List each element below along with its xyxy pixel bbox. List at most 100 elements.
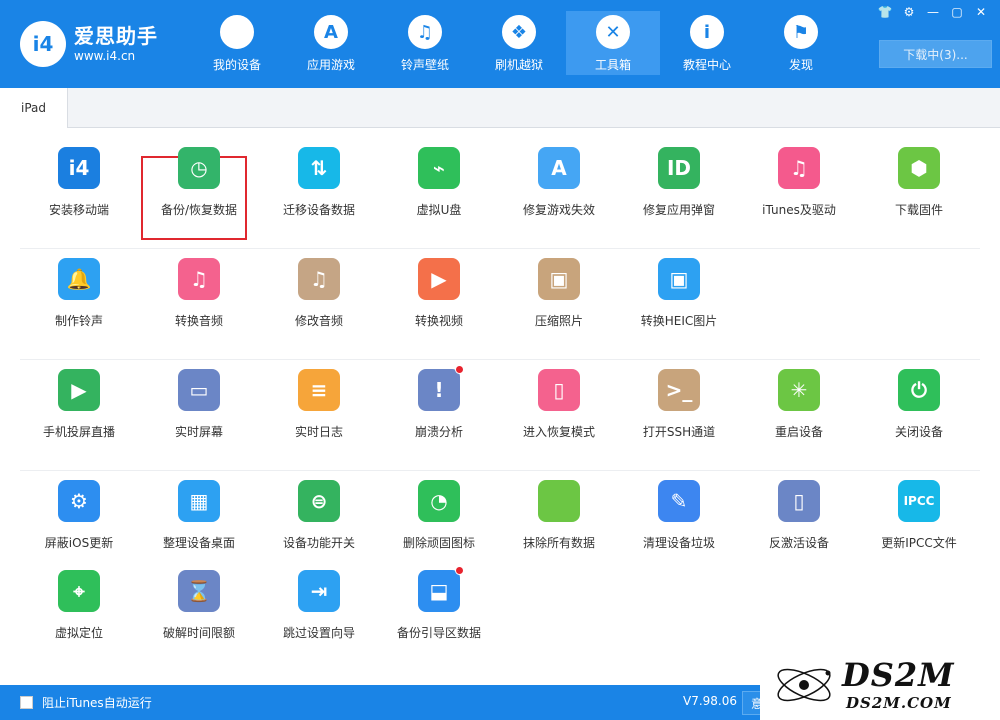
tool-glyph: ⌁: [432, 156, 446, 180]
tool-item[interactable]: ▯ 反激活设备: [739, 462, 859, 562]
nav-item-3[interactable]: ❖ 刷机越狱: [472, 11, 566, 75]
minimize-icon[interactable]: —: [922, 3, 944, 21]
repair-game-icon: A: [538, 147, 580, 189]
tool-item[interactable]: ♫ 修改音频: [259, 240, 379, 340]
tool-item[interactable]: A 修复游戏失效: [499, 129, 619, 229]
app-url: www.i4.cn: [74, 49, 136, 63]
tool-item[interactable]: ♫ iTunes及驱动: [739, 129, 859, 229]
tool-item[interactable]: ⚙ 屏蔽iOS更新: [19, 462, 139, 562]
tool-item[interactable]: i4 安装移动端: [19, 129, 139, 229]
tool-glyph: ◔: [430, 489, 448, 513]
watermark-title: DS2M: [842, 656, 955, 694]
pie-delete-icon: ◔: [418, 480, 460, 522]
nav-label: 我的设备: [212, 58, 261, 72]
tool-item[interactable]: ▣ 压缩照片: [499, 240, 619, 340]
tool-label: 虚拟定位: [54, 626, 103, 640]
tool-label: 跳过设置向导: [282, 626, 355, 640]
tool-item[interactable]: ⇅ 迁移设备数据: [259, 129, 379, 229]
nav-item-5[interactable]: i 教程中心: [660, 11, 754, 75]
shirt-icon[interactable]: 👕: [874, 3, 896, 21]
tool-label: 安装移动端: [48, 203, 109, 217]
nav-item-6[interactable]: ⚑ 发现: [754, 11, 848, 75]
tool-glyph: ⬢: [910, 156, 928, 180]
version-label: V7.98.06: [683, 694, 738, 708]
tool-item[interactable]: ⇥ 跳过设置向导: [259, 552, 379, 652]
tool-item[interactable]: ▦ 整理设备桌面: [139, 462, 259, 562]
tool-item[interactable]: ⊜ 设备功能开关: [259, 462, 379, 562]
nav-item-4[interactable]: ✕ 工具箱: [566, 11, 660, 75]
tool-item[interactable]: IPCC 更新IPCC文件: [859, 462, 979, 562]
tool-glyph: IPCC: [903, 494, 935, 508]
tool-item[interactable]: ▶ 转换视频: [379, 240, 499, 340]
tool-item[interactable]: 🔔 制作铃声: [19, 240, 139, 340]
apple-icon: [220, 15, 254, 49]
download-button[interactable]: 下载中(3)...: [879, 40, 992, 68]
desktop-grid-icon: ▦: [178, 480, 220, 522]
nav-item-2[interactable]: ♫ 铃声壁纸: [378, 11, 472, 75]
watermark: DS2M DS2M.COM: [760, 650, 1000, 720]
tool-item[interactable]: ▶ 手机投屏直播: [19, 351, 139, 451]
tool-label: 修复应用弹窗: [642, 203, 715, 217]
tool-glyph: ✳: [790, 378, 808, 402]
block-itunes-checkbox[interactable]: [20, 696, 33, 709]
tool-label: 关闭设备: [894, 425, 943, 439]
gear-icon[interactable]: ⚙: [898, 3, 920, 21]
tool-item[interactable]: ✳ 重启设备: [739, 351, 859, 451]
tool-glyph: i4: [68, 156, 90, 180]
heic-icon: ▣: [658, 258, 700, 300]
tool-label: 删除顽固图标: [402, 536, 475, 550]
nav-label: 刷机越狱: [494, 58, 543, 72]
nav-item-1[interactable]: A 应用游戏: [284, 11, 378, 75]
broom-icon: ✎: [658, 480, 700, 522]
tool-glyph: A: [551, 156, 567, 180]
tool-item[interactable]: ♫ 转换音频: [139, 240, 259, 340]
tool-item[interactable]: ⌛ 破解时间限额: [139, 552, 259, 652]
tool-label: 转换音频: [174, 314, 223, 328]
tool-label: iTunes及驱动: [762, 203, 836, 217]
maximize-icon[interactable]: ▢: [946, 3, 968, 21]
tool-item[interactable]: ◷ 备份/恢复数据: [139, 129, 259, 229]
tool-item[interactable]: ◔ 删除顽固图标: [379, 462, 499, 562]
tool-label: 修改音频: [294, 314, 343, 328]
ssh-terminal-icon: >_: [658, 369, 700, 411]
close-icon[interactable]: ✕: [970, 3, 992, 21]
device-tabbar: iPad: [0, 88, 1000, 128]
tool-item[interactable]: ▣ 转换HEIC图片: [619, 240, 739, 340]
tool-item[interactable]: ID 修复应用弹窗: [619, 129, 739, 229]
tool-glyph: ▶: [431, 267, 447, 291]
tool-item[interactable]: ⌁ 虚拟U盘: [379, 129, 499, 229]
tool-item[interactable]: ▯ 进入恢复模式: [499, 351, 619, 451]
tool-glyph: ✎: [670, 489, 688, 513]
edit-audio-icon: ♫: [298, 258, 340, 300]
tool-item[interactable]: ✎ 清理设备垃圾: [619, 462, 739, 562]
power-icon: ⏻: [898, 369, 940, 411]
tool-item[interactable]: ⌖ 虚拟定位: [19, 552, 139, 652]
tool-item[interactable]: ! 崩溃分析: [379, 351, 499, 451]
notification-dot: [455, 365, 464, 374]
watermark-url: DS2M.COM: [846, 694, 952, 712]
tool-item[interactable]: ⬓ 备份引导区数据: [379, 552, 499, 652]
convert-video-icon: ▶: [418, 258, 460, 300]
tool-item[interactable]: ⬢ 下载固件: [859, 129, 979, 229]
tool-item[interactable]: 抹除所有数据: [499, 462, 619, 562]
window-controls: 👕 ⚙ — ▢ ✕: [874, 3, 992, 21]
block-update-icon: ⚙: [58, 480, 100, 522]
app-title: 爱思助手: [74, 24, 158, 48]
screen-cast-icon: ▶: [58, 369, 100, 411]
backup-restore-icon: ◷: [178, 147, 220, 189]
tool-label: 迁移设备数据: [282, 203, 355, 217]
tab-ipad[interactable]: iPad: [0, 88, 68, 128]
nav-item-0[interactable]: 我的设备: [190, 11, 284, 75]
tool-item[interactable]: >_ 打开SSH通道: [619, 351, 739, 451]
tool-item[interactable]: ▭ 实时屏幕: [139, 351, 259, 451]
tool-item[interactable]: ⏻ 关闭设备: [859, 351, 979, 451]
tool-label: 压缩照片: [534, 314, 583, 328]
tool-glyph: ⇥: [310, 579, 328, 603]
location-pin-icon: ⌖: [58, 570, 100, 612]
tool-label: 清理设备垃圾: [642, 536, 715, 550]
tool-item[interactable]: ≡ 实时日志: [259, 351, 379, 451]
tool-label: 崩溃分析: [414, 425, 463, 439]
nav-label: 铃声壁纸: [400, 58, 449, 72]
tool-label: 破解时间限额: [162, 626, 235, 640]
toolbox-grid: i4 安装移动端 ◷ 备份/恢复数据 ⇅ 迁移设备数据 ⌁ 虚拟U盘 A 修复游戏失效 ID 修复应用…: [0, 129, 1000, 685]
